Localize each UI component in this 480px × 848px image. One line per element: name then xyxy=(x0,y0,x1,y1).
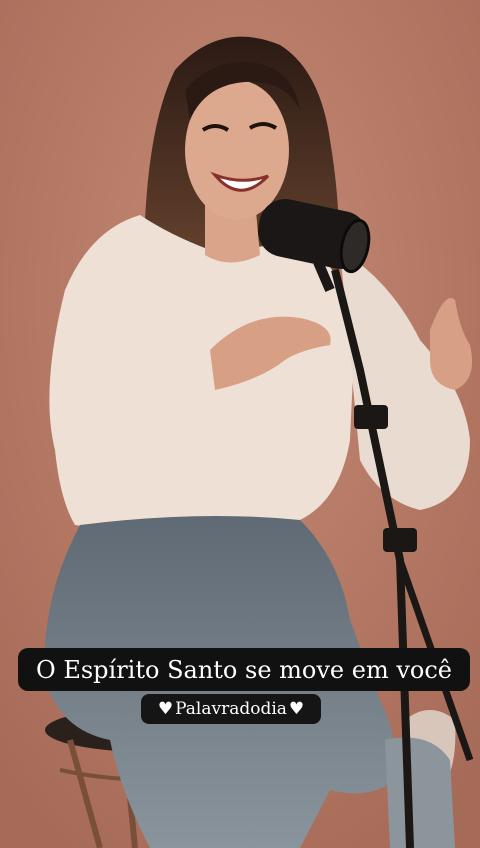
shin xyxy=(385,737,455,848)
story-caption: O Espírito Santo se move em você xyxy=(18,648,470,691)
hashtag-label: Palavradodia xyxy=(175,699,287,719)
white-heart-icon: ♥ xyxy=(157,699,174,719)
white-heart-icon: ♥ xyxy=(288,699,305,719)
hashtag-sticker[interactable]: ♥ Palavradodia ♥ xyxy=(141,694,321,724)
